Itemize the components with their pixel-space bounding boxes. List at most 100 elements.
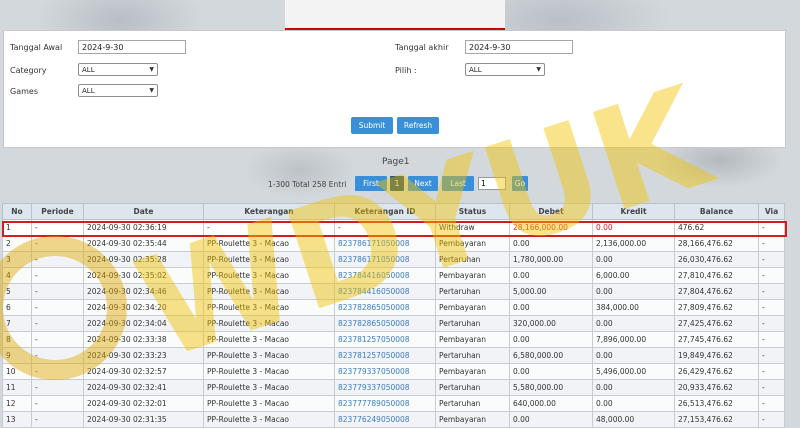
cell-debet: 6,580,000.00 — [509, 347, 593, 364]
cell-keterangan-id[interactable]: 823786171050008 — [334, 235, 436, 252]
cell-periode: - — [31, 219, 84, 236]
last-page-button[interactable]: Last — [442, 176, 474, 191]
page-title: Page1 — [382, 157, 410, 167]
current-page-button[interactable]: 1 — [390, 176, 404, 191]
cell-periode: - — [31, 235, 84, 252]
cell-no: 2 — [2, 235, 32, 252]
cell-via: - — [758, 251, 785, 268]
cell-via: - — [758, 299, 785, 316]
cell-keterangan: PP-Roulette 3 - Macao — [203, 299, 335, 316]
cell-periode: - — [31, 283, 84, 300]
category-select[interactable]: ALL ▼ — [78, 63, 158, 76]
cell-status: Pertaruhan — [435, 315, 510, 332]
header-keterangan: Keterangan — [203, 203, 335, 220]
table-row: 3-2024-09-30 02:35:28 PP-Roulette 3 - Mac… — [2, 251, 785, 268]
table-row: 6-2024-09-30 02:34:20 PP-Roulette 3 - Mac… — [2, 299, 785, 316]
cell-periode: - — [31, 251, 84, 268]
cell-balance: 26,513,476.62 — [674, 395, 759, 412]
entries-info: 1-300 Total 258 Entri — [268, 180, 347, 189]
cell-via: - — [758, 363, 785, 380]
table-row: 11-2024-09-30 02:32:41 PP-Roulette 3 - Ma… — [2, 379, 785, 396]
cell-date: 2024-09-30 02:35:44 — [83, 235, 204, 252]
cell-debet: 5,000.00 — [509, 283, 593, 300]
cell-keterangan: PP-Roulette 3 - Macao — [203, 395, 335, 412]
cell-keterangan: PP-Roulette 3 - Macao — [203, 251, 335, 268]
cell-kredit: 0.00 — [592, 219, 675, 236]
tanggal-akhir-input[interactable] — [465, 40, 573, 54]
cell-no: 7 — [2, 315, 32, 332]
cell-status: Pertaruhan — [435, 395, 510, 412]
cell-keterangan-id[interactable]: 823781257050008 — [334, 347, 436, 364]
table-row: 4-2024-09-30 02:35:02 PP-Roulette 3 - Mac… — [2, 267, 785, 284]
cell-balance: 28,166,476.62 — [674, 235, 759, 252]
cell-via: - — [758, 331, 785, 348]
cell-status: Pertaruhan — [435, 283, 510, 300]
cell-keterangan-id[interactable]: 823779337050008 — [334, 379, 436, 396]
cell-keterangan: PP-Roulette 3 - Macao — [203, 411, 335, 428]
cell-no: 9 — [2, 347, 32, 364]
page-number-input[interactable] — [478, 177, 506, 190]
games-select[interactable]: ALL ▼ — [78, 84, 158, 97]
next-page-button[interactable]: Next — [408, 176, 438, 191]
cell-kredit: 0.00 — [592, 315, 675, 332]
cell-keterangan-id[interactable]: 823779337050008 — [334, 363, 436, 380]
header-tab-strip — [285, 0, 505, 30]
cell-keterangan: PP-Roulette 3 - Macao — [203, 379, 335, 396]
cell-keterangan-id[interactable]: 823777789050008 — [334, 395, 436, 412]
cell-date: 2024-09-30 02:35:02 — [83, 267, 204, 284]
chevron-down-icon: ▼ — [536, 66, 541, 73]
cell-kredit: 0.00 — [592, 395, 675, 412]
pilih-select[interactable]: ALL ▼ — [465, 63, 545, 76]
cell-keterangan: PP-Roulette 3 - Macao — [203, 235, 335, 252]
cell-keterangan-id[interactable]: 823784416050008 — [334, 267, 436, 284]
cell-status: Pembayaran — [435, 363, 510, 380]
cell-kredit: 48,000.00 — [592, 411, 675, 428]
cell-kredit: 7,896,000.00 — [592, 331, 675, 348]
cell-kredit: 0.00 — [592, 347, 675, 364]
header-kredit: Kredit — [592, 203, 675, 220]
cell-via: - — [758, 235, 785, 252]
cell-keterangan-id[interactable]: 823776249050008 — [334, 411, 436, 428]
cell-balance: 27,804,476.62 — [674, 283, 759, 300]
cell-keterangan-id[interactable]: 823786171050008 — [334, 251, 436, 268]
table-row: 13-2024-09-30 02:31:35 PP-Roulette 3 - Ma… — [2, 411, 785, 428]
cell-debet: 0.00 — [509, 235, 593, 252]
cell-periode: - — [31, 331, 84, 348]
cell-date: 2024-09-30 02:34:04 — [83, 315, 204, 332]
table-row: 10-2024-09-30 02:32:57 PP-Roulette 3 - Ma… — [2, 363, 785, 380]
cell-debet: 0.00 — [509, 411, 593, 428]
refresh-button[interactable]: Refresh — [397, 117, 439, 134]
cell-date: 2024-09-30 02:33:38 — [83, 331, 204, 348]
games-label: Games — [10, 87, 38, 96]
cell-via: - — [758, 219, 785, 236]
cell-keterangan-id[interactable]: 823781257050008 — [334, 331, 436, 348]
cell-keterangan-id[interactable]: 823784416050008 — [334, 283, 436, 300]
cell-keterangan-id[interactable]: 823782865050008 — [334, 299, 436, 316]
cell-balance: 20,933,476.62 — [674, 379, 759, 396]
cell-keterangan: PP-Roulette 3 - Macao — [203, 331, 335, 348]
cell-debet: 0.00 — [509, 267, 593, 284]
header-status: Status — [435, 203, 510, 220]
cell-keterangan: PP-Roulette 3 - Macao — [203, 347, 335, 364]
table-row: 2-2024-09-30 02:35:44 PP-Roulette 3 - Mac… — [2, 235, 785, 252]
cell-keterangan: PP-Roulette 3 - Macao — [203, 267, 335, 284]
table-row: 12-2024-09-30 02:32:01 PP-Roulette 3 - Ma… — [2, 395, 785, 412]
cell-status: Pembayaran — [435, 331, 510, 348]
cell-via: - — [758, 411, 785, 428]
cell-no: 11 — [2, 379, 32, 396]
go-button[interactable]: Go — [512, 176, 528, 191]
cell-status: Pembayaran — [435, 267, 510, 284]
cell-periode: - — [31, 267, 84, 284]
header-balance: Balance — [674, 203, 759, 220]
cell-debet: 28,166,000.00 — [509, 219, 593, 236]
first-page-button[interactable]: First — [355, 176, 387, 191]
cell-keterangan-id[interactable]: 823782865050008 — [334, 315, 436, 332]
cell-balance: 27,425,476.62 — [674, 315, 759, 332]
submit-button[interactable]: Submit — [351, 117, 393, 134]
cell-balance: 27,809,476.62 — [674, 299, 759, 316]
cell-status: Withdraw — [435, 219, 510, 236]
cell-date: 2024-09-30 02:34:20 — [83, 299, 204, 316]
header-periode: Periode — [31, 203, 84, 220]
tanggal-awal-input[interactable] — [78, 40, 186, 54]
tanggal-awal-label: Tanggal Awal — [10, 43, 63, 52]
